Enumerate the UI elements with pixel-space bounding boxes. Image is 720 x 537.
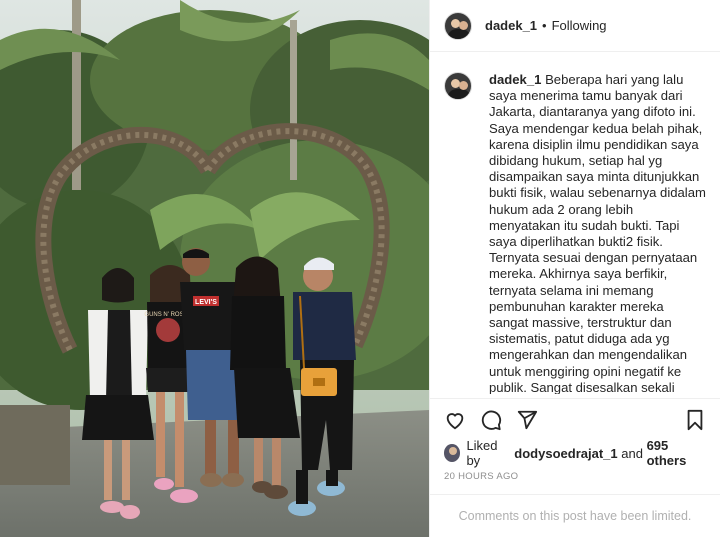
caption-body: Beberapa hari yang lalu saya menerima ta… <box>489 72 706 394</box>
levis-shirt-text: LEVI'S <box>195 299 217 306</box>
likes-joiner: and <box>621 445 643 461</box>
instagram-post: GUNS N' ROSES LEVI'S dadek_1 • Following… <box>0 0 720 537</box>
comment-icon[interactable] <box>480 409 502 431</box>
likes-summary: Liked by dodysoedrajat_1 and 695 others <box>430 438 720 468</box>
heart-icon[interactable] <box>444 409 466 431</box>
header-separator: • <box>542 18 547 33</box>
likes-others-link[interactable]: 695 others <box>647 438 706 468</box>
caption-text: dadek_1 Beberapa hari yang lalu saya men… <box>489 72 706 394</box>
liker-username[interactable]: dodysoedrajat_1 <box>514 446 617 461</box>
post-side-panel: dadek_1 • Following dadek_1 Beberapa har… <box>429 0 720 537</box>
post-timestamp[interactable]: 20 HOURS AGO <box>430 466 720 486</box>
following-button[interactable]: Following <box>552 18 607 33</box>
bookmark-icon[interactable] <box>684 409 706 431</box>
caption-avatar[interactable] <box>444 72 472 100</box>
caption-username[interactable]: dadek_1 <box>489 72 541 87</box>
liker-avatar[interactable] <box>444 444 461 462</box>
author-username[interactable]: dadek_1 <box>485 18 537 33</box>
photo-illustration: GUNS N' ROSES LEVI'S <box>0 0 429 537</box>
post-photo[interactable]: GUNS N' ROSES LEVI'S <box>0 0 429 537</box>
author-avatar[interactable] <box>444 11 472 40</box>
share-icon[interactable] <box>516 409 538 431</box>
post-header: dadek_1 • Following <box>430 0 720 52</box>
likes-prefix: Liked by <box>466 438 498 468</box>
comments-limited-notice: Comments on this post have been limited. <box>430 494 720 537</box>
action-bar <box>430 398 720 440</box>
post-caption: dadek_1 Beberapa hari yang lalu saya men… <box>430 52 720 394</box>
